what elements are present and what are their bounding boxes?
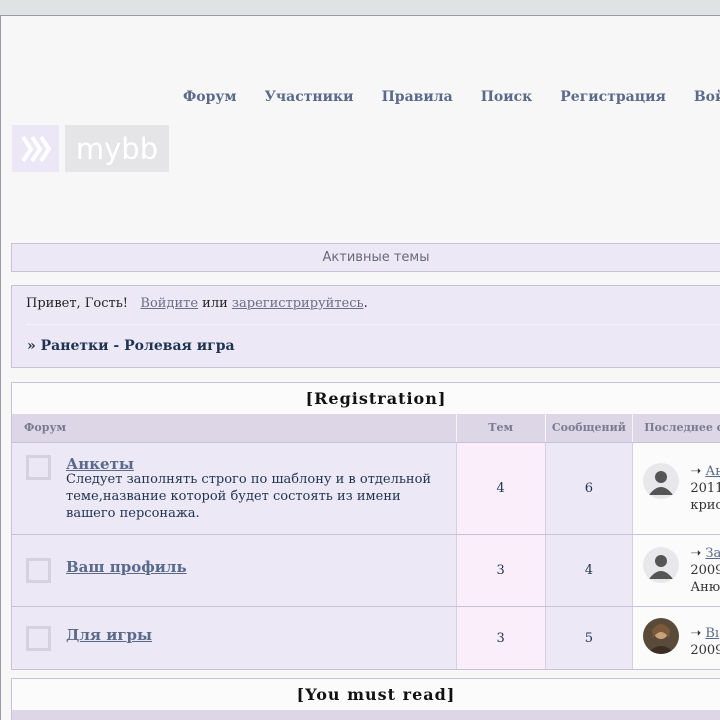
last-post-author: крис bbox=[690, 498, 720, 513]
header-forum: Форум bbox=[12, 414, 457, 442]
post-count: 4 bbox=[545, 535, 634, 606]
user-avatar-icon[interactable] bbox=[643, 463, 680, 499]
divider bbox=[26, 324, 720, 325]
last-post-author: Аню bbox=[690, 580, 720, 595]
forum-row: Анкеты Следует заполнять строго по шабло… bbox=[12, 442, 720, 534]
last-post-info: ➝ Вı 2009 bbox=[690, 625, 720, 659]
nav-search[interactable]: Поиск bbox=[481, 89, 533, 105]
forum-status-icon bbox=[26, 558, 51, 583]
last-post-date: 2009 bbox=[690, 643, 720, 658]
arrow-icon: ➝ bbox=[690, 626, 702, 641]
nav-login[interactable]: Войти bbox=[694, 89, 720, 105]
table-header bbox=[12, 710, 720, 720]
nav-register[interactable]: Регистрация bbox=[560, 89, 666, 105]
last-post-link[interactable]: Ан bbox=[705, 464, 720, 479]
forum-description: Следует заполнять строго по шаблону и в … bbox=[66, 472, 432, 521]
register-link[interactable]: зарегистрируйтесь bbox=[232, 296, 364, 311]
period-text: . bbox=[363, 296, 368, 311]
last-post-date: 2009 bbox=[690, 563, 720, 578]
last-post-link[interactable]: За bbox=[705, 546, 720, 561]
forum-row: Ваш профиль 3 4 ➝ За 2009 Аню bbox=[12, 534, 720, 606]
forum-title-link[interactable]: Для игры bbox=[66, 626, 152, 644]
table-header: Форум Тем Сообщений Последнее с bbox=[12, 414, 720, 442]
header-posts: Сообщений bbox=[546, 414, 634, 442]
breadcrumb[interactable]: » Ранетки - Ролевая игра bbox=[27, 338, 235, 354]
last-post-link[interactable]: Вı bbox=[705, 626, 719, 641]
user-avatar-icon[interactable] bbox=[643, 547, 680, 583]
or-text: или bbox=[202, 296, 228, 311]
category-registration: [Registration] Форум Тем Сообщений После… bbox=[11, 382, 720, 670]
forum-status-icon bbox=[26, 626, 51, 651]
logo-mark-icon bbox=[12, 125, 59, 172]
forum-title-link[interactable]: Ваш профиль bbox=[66, 558, 187, 576]
arrow-icon: ➝ bbox=[690, 546, 702, 561]
nav-members[interactable]: Участники bbox=[265, 89, 354, 105]
forum-status-icon bbox=[26, 455, 51, 480]
login-link[interactable]: Войдите bbox=[140, 296, 198, 311]
topic-count: 4 bbox=[456, 443, 546, 534]
welcome-panel: Привет, Гость! Войдите или зарегистрируй… bbox=[11, 285, 720, 368]
forum-row: Для игры 3 5 ➝ Вı 2009 bbox=[12, 606, 720, 669]
category-title: [Registration] bbox=[305, 389, 447, 408]
last-post-info: ➝ Ан 2011 крис bbox=[690, 463, 720, 514]
main-nav: Форум Участники Правила Поиск Регистрация Вой… bbox=[183, 86, 720, 105]
last-post-info: ➝ За 2009 Аню bbox=[690, 545, 720, 596]
forum-page: Форум Участники Правила Поиск Регистрация Вой… bbox=[0, 15, 720, 720]
category-you-must-read: [You must read] bbox=[11, 678, 720, 720]
user-avatar-photo[interactable] bbox=[643, 618, 680, 654]
post-count: 6 bbox=[545, 443, 634, 534]
topic-count: 3 bbox=[456, 535, 546, 606]
post-count: 5 bbox=[545, 607, 634, 669]
topic-count: 3 bbox=[456, 607, 546, 669]
arrow-icon: ➝ bbox=[690, 464, 702, 479]
site-logo[interactable]: mybb bbox=[12, 125, 169, 172]
greeting-text: Привет, Гость! bbox=[26, 296, 129, 311]
last-post-date: 2011 bbox=[690, 481, 720, 496]
active-topics-link[interactable]: Активные темы bbox=[11, 243, 720, 272]
welcome-greeting: Привет, Гость! Войдите или зарегистрируй… bbox=[26, 296, 368, 311]
header-topics: Тем bbox=[457, 414, 546, 442]
nav-rules[interactable]: Правила bbox=[382, 89, 453, 105]
logo-wordmark: mybb bbox=[65, 125, 169, 172]
header-last-post: Последнее с bbox=[633, 414, 720, 442]
category-title: [You must read] bbox=[296, 685, 456, 704]
nav-forum[interactable]: Форум bbox=[183, 89, 237, 105]
